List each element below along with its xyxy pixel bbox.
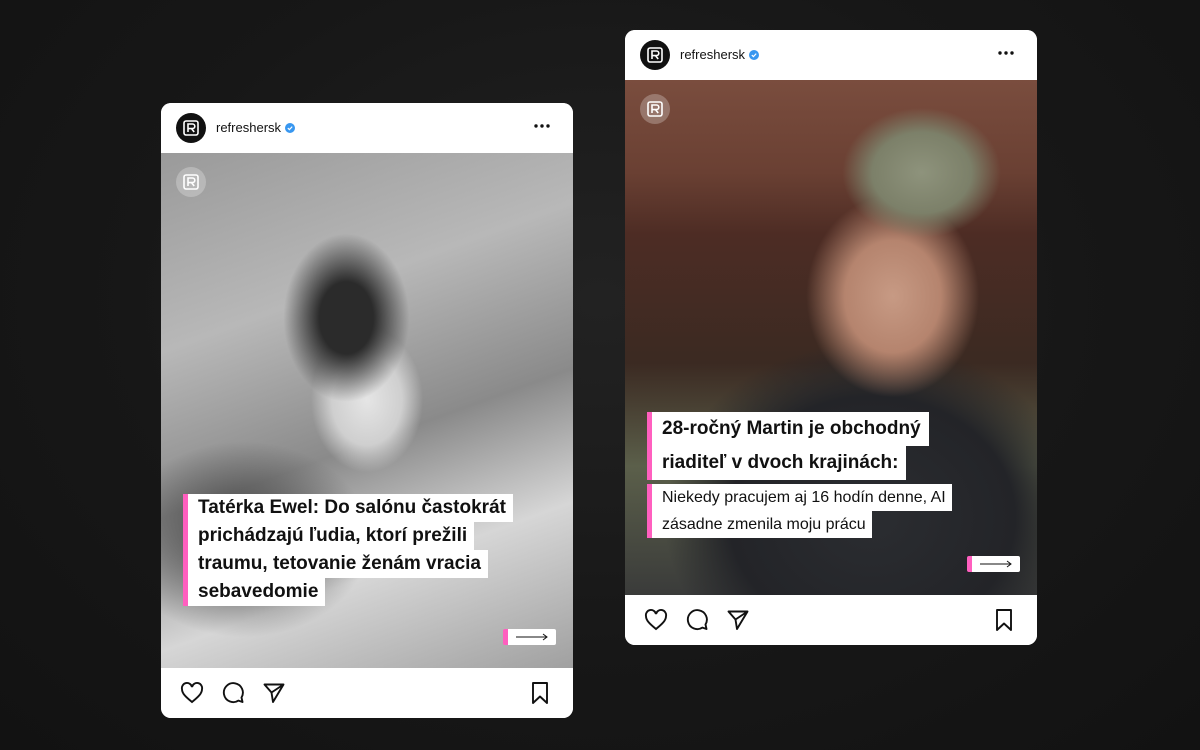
post-caption-title: 28-ročný Martin je obchodný riaditeľ v d… xyxy=(647,412,929,480)
caption-subtitle-line: Niekedy pracujem aj 16 hodín denne, AI xyxy=(652,484,952,511)
post-action-bar xyxy=(161,668,573,718)
more-options-icon[interactable] xyxy=(995,42,1017,64)
refresher-logo-icon[interactable] xyxy=(640,40,670,70)
verified-badge-icon xyxy=(285,122,296,133)
instagram-post: refreshersk xyxy=(161,103,573,718)
post-caption: Tatérka Ewel: Do salónu častokrát prichá… xyxy=(183,494,513,606)
post-action-bar xyxy=(625,595,1037,645)
caption-line: sebavedomie xyxy=(188,578,326,606)
comment-icon[interactable] xyxy=(685,608,709,632)
username[interactable]: refreshersk xyxy=(680,47,760,62)
post-image[interactable]: 28-ročný Martin je obchodný riaditeľ v d… xyxy=(625,80,1037,595)
username[interactable]: refreshersk xyxy=(216,120,296,135)
arrow-right-icon[interactable] xyxy=(967,556,1020,572)
heart-icon[interactable] xyxy=(644,608,668,632)
refresher-watermark-icon xyxy=(176,167,206,197)
caption-title-line: riaditeľ v dvoch krajinách: xyxy=(652,446,907,480)
arrow-right-icon[interactable] xyxy=(503,629,556,645)
stage: refreshersk Tatérka Ewel: Do salónu čast… xyxy=(0,0,1200,750)
more-options-icon[interactable] xyxy=(531,115,553,137)
verified-badge-icon xyxy=(749,49,760,60)
refresher-logo-icon[interactable] xyxy=(176,113,206,143)
bookmark-icon[interactable] xyxy=(992,608,1016,632)
instagram-post: refreshersk xyxy=(625,30,1037,645)
heart-icon[interactable] xyxy=(180,681,204,705)
refresher-watermark-icon xyxy=(640,94,670,124)
caption-subtitle-line: zásadne zmenila moju prácu xyxy=(652,511,872,538)
caption-title-line: 28-ročný Martin je obchodný xyxy=(652,412,929,446)
post-header: refreshersk xyxy=(625,30,1037,80)
caption-line: Tatérka Ewel: Do salónu častokrát xyxy=(188,494,513,522)
post-header: refreshersk xyxy=(161,103,573,153)
bookmark-icon[interactable] xyxy=(528,681,552,705)
send-icon[interactable] xyxy=(262,681,286,705)
username-text[interactable]: refreshersk xyxy=(216,120,281,135)
comment-icon[interactable] xyxy=(221,681,245,705)
caption-line: prichádzajú ľudia, ktorí prežili xyxy=(188,522,475,550)
post-image[interactable]: Tatérka Ewel: Do salónu častokrát prichá… xyxy=(161,153,573,668)
username-text[interactable]: refreshersk xyxy=(680,47,745,62)
caption-line: traumu, tetovanie ženám vracia xyxy=(188,550,488,578)
post-caption-subtitle: Niekedy pracujem aj 16 hodín denne, AI z… xyxy=(647,484,952,538)
send-icon[interactable] xyxy=(726,608,750,632)
